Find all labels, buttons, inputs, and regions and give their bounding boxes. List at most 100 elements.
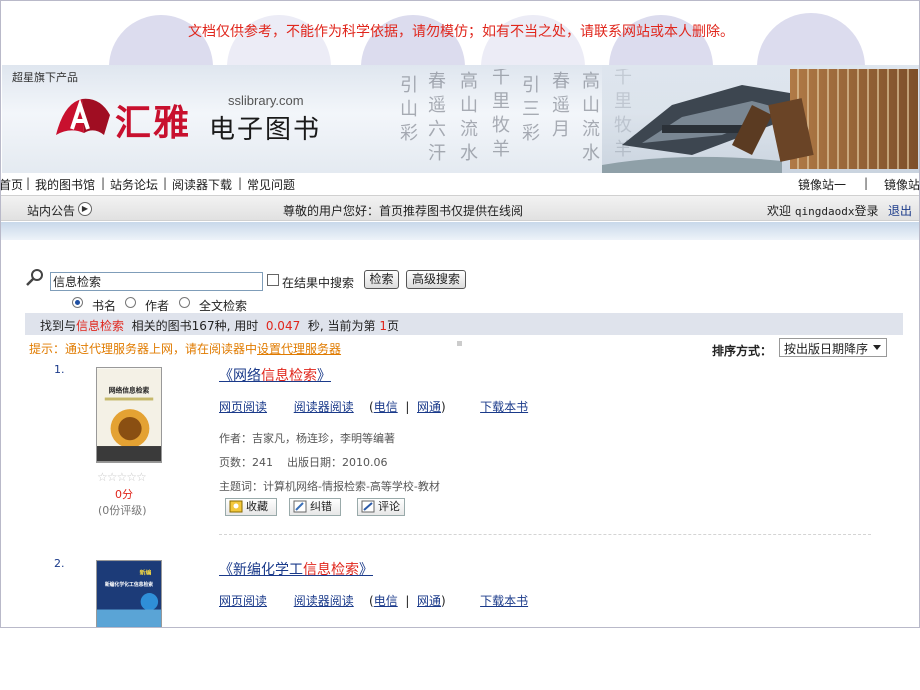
- nav-my-library-link[interactable]: 我的图书馆: [35, 176, 95, 193]
- paren-close: ): [441, 594, 446, 608]
- svg-text:高: 高: [582, 71, 600, 92]
- radio-fulltext-label: 全文检索: [199, 299, 248, 313]
- reader-read-link[interactable]: 阅读器阅读: [294, 594, 354, 608]
- rating-count: (0份评级): [98, 504, 147, 517]
- svg-text:高: 高: [460, 71, 478, 92]
- svg-text:遥: 遥: [552, 95, 570, 116]
- slide-frame: 文档仅供参考，不能作为科学依据，请勿模仿；如有不当之处，请联系网站或本人删除。 …: [0, 0, 920, 628]
- header-divider-band: [1, 222, 919, 240]
- netcom-link[interactable]: 网通: [417, 594, 441, 608]
- title-prefix: 网络: [233, 368, 261, 384]
- svg-text:月: 月: [552, 119, 570, 140]
- book-cover-image[interactable]: 网络信息检索: [96, 367, 162, 463]
- nav-faq-link[interactable]: 常见问题: [247, 176, 295, 193]
- svg-text:三: 三: [522, 99, 540, 120]
- search-input[interactable]: [50, 272, 263, 291]
- logo-name: 汇雅: [115, 102, 192, 144]
- telecom-link[interactable]: 电信: [374, 400, 398, 414]
- result-stats-bar: 找到与信息检索 相关的图书167种, 用时 0.047 秒, 当前为第 1页: [25, 313, 903, 335]
- nav-home-link[interactable]: 首页: [1, 176, 23, 193]
- book-subject: 主题词：计算机网络-情报检索-高等学校-教材: [219, 480, 440, 493]
- proxy-settings-link[interactable]: 设置代理服务器: [257, 342, 341, 356]
- comment-icon: [361, 500, 375, 513]
- chevron-down-icon: [873, 345, 881, 350]
- rating-stars[interactable]: ☆☆☆☆☆: [97, 470, 147, 484]
- comment-label: 评论: [378, 500, 400, 513]
- play-arrow-icon[interactable]: ▶: [78, 202, 92, 216]
- read-links-row: 网页阅读 阅读器阅读 (电信 | 网通) 下载本书: [219, 592, 528, 609]
- svg-text:遥: 遥: [428, 95, 446, 116]
- notice-bar: 站内公告 ▶ 尊敬的用户您好：首页推荐图书仅提供在线阅 欢迎 qingdaodx…: [1, 195, 919, 221]
- book-title-link[interactable]: 《网络信息检索》: [219, 365, 331, 385]
- svg-text:汗: 汗: [428, 143, 446, 164]
- svg-text:引: 引: [400, 75, 418, 96]
- book-title-link[interactable]: 《新编化学工信息检索》: [219, 559, 373, 579]
- nav-separator: |: [238, 176, 243, 190]
- svg-text:六: 六: [428, 119, 446, 140]
- download-link[interactable]: 下载本书: [480, 594, 528, 608]
- nav-separator: |: [101, 176, 106, 190]
- stats-time: 0.047: [265, 319, 301, 333]
- stats-keyword: 信息检索: [76, 319, 125, 333]
- svg-text:里: 里: [492, 91, 510, 112]
- radio-title[interactable]: [72, 297, 83, 308]
- nav-forum-link[interactable]: 站务论坛: [110, 176, 158, 193]
- search-icon: [26, 269, 43, 286]
- welcome-prefix: 欢迎: [767, 204, 792, 218]
- proxy-tip: 提示：通过代理服务器上网，请在阅读器中设置代理服务器: [29, 340, 341, 357]
- book-cover-image[interactable]: 新编 新编化学化工信息检索: [96, 560, 162, 628]
- cover-title: 新编化学化工信息检索: [105, 581, 153, 588]
- stats-middle: 相关的图书167种, 用时: [131, 319, 259, 333]
- book-author: 作者：吉家凡，杨连珍，李明等编著: [219, 432, 395, 445]
- title-bracket-close: 》: [359, 562, 373, 578]
- sort-select[interactable]: 按出版日期降序: [779, 338, 887, 357]
- link-separator: |: [405, 400, 410, 414]
- placeholder-dot: [457, 341, 462, 346]
- web-read-link[interactable]: 网页阅读: [219, 594, 267, 608]
- search-in-results-checkbox[interactable]: [267, 274, 279, 286]
- svg-text:彩: 彩: [522, 123, 540, 144]
- welcome-text: 欢迎 qingdaodx登录: [767, 202, 878, 219]
- site-banner: 超星旗下产品 汇雅 sslibrary.com 电子图书 引山彩 春遥六汗 高山…: [2, 65, 919, 173]
- correction-button[interactable]: 纠错: [289, 498, 341, 516]
- logout-link[interactable]: 退出: [888, 202, 912, 219]
- telecom-link[interactable]: 电信: [374, 594, 398, 608]
- favorite-button[interactable]: 收藏: [225, 498, 277, 516]
- search-in-results-label: 在结果中搜索: [282, 276, 355, 290]
- sort-selected-value: 按出版日期降序: [784, 342, 869, 356]
- netcom-link[interactable]: 网通: [417, 400, 441, 414]
- radio-author[interactable]: [125, 297, 136, 308]
- sub-brand-label: 超星旗下产品: [12, 71, 78, 84]
- read-links-row: 网页阅读 阅读器阅读 (电信 | 网通) 下载本书: [219, 398, 528, 415]
- title-bracket-open: 《: [219, 368, 233, 384]
- logo-url: sslibrary.com: [228, 93, 304, 108]
- result-stats-text: 找到与信息检索 相关的图书167种, 用时 0.047 秒, 当前为第 1页: [40, 317, 399, 334]
- nav-mirror-1-link[interactable]: 镜像站一: [798, 176, 846, 193]
- nav-mirror-2-link[interactable]: 镜像站: [884, 176, 919, 193]
- favorite-label: 收藏: [246, 500, 268, 513]
- web-read-link[interactable]: 网页阅读: [219, 400, 267, 414]
- search-button[interactable]: 检索: [364, 270, 399, 289]
- reader-read-link[interactable]: 阅读器阅读: [294, 400, 354, 414]
- paren-close: ): [441, 400, 446, 414]
- svg-text:流: 流: [460, 119, 478, 140]
- radio-fulltext[interactable]: [179, 297, 190, 308]
- book-pages: 页数：241: [219, 456, 273, 469]
- svg-text:山: 山: [400, 99, 418, 120]
- nav-separator: |: [864, 176, 869, 190]
- sort-label: 排序方式：: [712, 344, 773, 358]
- title-bracket-open: 《: [219, 562, 233, 578]
- logo-book-icon: [56, 98, 110, 135]
- svg-text:春: 春: [552, 71, 570, 92]
- title-prefix: 新编化学工: [233, 562, 303, 578]
- nav-reader-download-link[interactable]: 阅读器下载: [172, 176, 232, 193]
- svg-text:引: 引: [522, 75, 540, 96]
- advanced-search-button[interactable]: 高级搜索: [406, 270, 466, 289]
- svg-text:流: 流: [582, 119, 600, 140]
- svg-text:水: 水: [460, 143, 478, 164]
- download-link[interactable]: 下载本书: [480, 400, 528, 414]
- result-divider: [219, 534, 871, 535]
- result-number: 1.: [54, 363, 65, 376]
- comment-button[interactable]: 评论: [357, 498, 405, 516]
- svg-text:千: 千: [492, 69, 510, 88]
